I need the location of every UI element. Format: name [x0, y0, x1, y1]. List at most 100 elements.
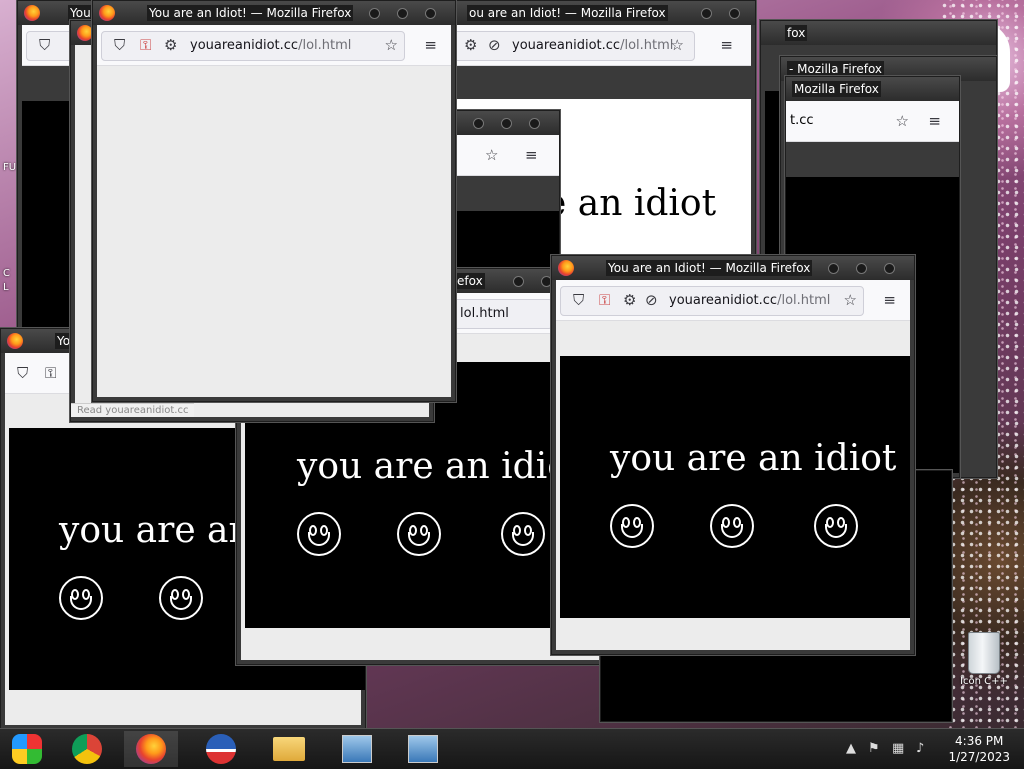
- minimize-button[interactable]: [828, 263, 839, 274]
- address-bar[interactable]: ⛉ ⚿ ⚙ ⊘ youareanidiot.cc/lol.html ☆: [560, 286, 864, 316]
- firefox-icon: [136, 734, 166, 764]
- recycle-bin[interactable]: Icon C++: [954, 632, 1014, 687]
- taskbar-app[interactable]: [194, 731, 248, 767]
- url-text: t.cc: [790, 113, 814, 128]
- hamburger-menu-icon[interactable]: ≡: [883, 292, 896, 308]
- desktop-label: L: [3, 282, 9, 293]
- network-app-icon: [408, 735, 438, 763]
- taskbar-firefox[interactable]: [124, 731, 178, 767]
- hamburger-menu-icon[interactable]: ≡: [424, 37, 437, 53]
- idiot-popup-box: you are an idiot: [560, 356, 910, 618]
- firefox-icon: [7, 333, 23, 349]
- window-title: You are an Idiot! — Mozilla Firefox: [147, 5, 354, 21]
- network-icon[interactable]: ▦: [892, 741, 904, 756]
- window-titlebar[interactable]: You are an Idiot! — Mozilla Firefox: [93, 1, 455, 25]
- firefox-icon: [24, 5, 40, 21]
- window-titlebar[interactable]: You are an Idiot! — Mozilla Firefox: [552, 256, 914, 280]
- idiot-text: you are an idiot: [297, 446, 584, 487]
- clock-date: 1/27/2023: [948, 750, 1010, 764]
- app-logo-icon: [206, 734, 236, 764]
- recycle-bin-label: Icon C++: [960, 676, 1008, 687]
- browser-toolbar: ☆ ≡: [441, 135, 559, 176]
- maximize-button[interactable]: [397, 8, 408, 19]
- window-titlebar[interactable]: Mozilla Firefox: [786, 77, 959, 101]
- close-button[interactable]: [425, 8, 436, 19]
- smiley-icon: [159, 576, 203, 620]
- firefox-icon: [77, 25, 93, 41]
- idiot-text: you are an: [59, 510, 252, 551]
- bookmark-star-icon[interactable]: ☆: [896, 113, 909, 129]
- bookmark-star-icon[interactable]: ☆: [485, 147, 498, 163]
- browser-toolbar: ⚙ ⊘ youareanidiot.cc/lol.html ☆ ≡: [445, 25, 751, 66]
- taskbar-network[interactable]: [330, 731, 384, 767]
- folder-icon: [273, 737, 305, 761]
- window-title: - Mozilla Firefox: [787, 61, 885, 77]
- firefox-window-front[interactable]: You are an Idiot! — Mozilla Firefox ⛉ ⚿ …: [551, 255, 915, 655]
- hamburger-menu-icon[interactable]: ≡: [720, 37, 733, 53]
- taskbar-clock[interactable]: 4:36 PM 1/27/2023: [948, 733, 1010, 765]
- clock-time: 4:36 PM: [955, 734, 1004, 748]
- smiley-icon: [501, 512, 545, 556]
- window-title: You are an Idiot! — Mozilla Firefox: [606, 260, 813, 276]
- smiley-icon: [297, 512, 341, 556]
- maximize-button[interactable]: [501, 118, 512, 129]
- window-titlebar[interactable]: fox: [761, 21, 996, 45]
- hamburger-menu-icon[interactable]: ≡: [525, 147, 538, 163]
- smiley-icon: [710, 504, 754, 548]
- url-text: lol.html: [460, 306, 509, 321]
- page-content: you are an idiot: [556, 321, 910, 650]
- page-content: [441, 211, 559, 267]
- windows-start-icon: [12, 734, 42, 764]
- browser-toolbar: ⛉ ⚿ ⚙ ⊘ youareanidiot.cc/lol.html ☆ ≡: [556, 280, 910, 321]
- window-titlebar[interactable]: ou are an Idiot! — Mozilla Firefox: [441, 1, 755, 25]
- permissions-icon[interactable]: ⚿: [599, 292, 610, 308]
- site-info-icon[interactable]: ⚙: [164, 37, 177, 53]
- bookmark-star-icon[interactable]: ☆: [844, 292, 857, 308]
- shield-icon[interactable]: ⛉: [17, 365, 28, 381]
- taskbar: ▲ ⚑ ▦ ♪ 4:36 PM 1/27/2023: [0, 728, 1024, 769]
- status-tooltip: Read youareanidiot.cc: [71, 403, 195, 417]
- maximize-button[interactable]: [856, 263, 867, 274]
- recycle-bin-icon: [968, 632, 1000, 674]
- page-content: [97, 66, 451, 397]
- close-button[interactable]: [529, 118, 540, 129]
- firefox-window[interactable]: ☆ ≡: [440, 110, 560, 272]
- volume-icon[interactable]: ♪: [916, 741, 924, 756]
- minimize-button[interactable]: [473, 118, 484, 129]
- window-title: fox: [785, 25, 808, 41]
- hamburger-menu-icon[interactable]: ≡: [928, 113, 941, 129]
- tracking-icon[interactable]: ⊘: [488, 37, 501, 53]
- firefox-icon: [558, 260, 574, 276]
- minimize-button[interactable]: [513, 276, 524, 287]
- url-text: youareanidiot.cc/lol.html: [669, 293, 831, 308]
- tracking-icon[interactable]: ⊘: [645, 292, 658, 308]
- taskbar-chrome[interactable]: [60, 731, 114, 767]
- smiley-icon: [814, 504, 858, 548]
- action-center-flag-icon[interactable]: ⚑: [868, 741, 880, 756]
- minimize-button[interactable]: [701, 8, 712, 19]
- bookmark-star-icon[interactable]: ☆: [385, 37, 398, 53]
- start-button[interactable]: [0, 731, 54, 767]
- bookmark-star-icon[interactable]: ☆: [671, 37, 684, 53]
- address-bar[interactable]: ⛉ ⚿ ⚙ youareanidiot.cc/lol.html ☆: [101, 31, 405, 61]
- minimize-button[interactable]: [369, 8, 380, 19]
- shield-icon[interactable]: ⛉: [39, 37, 50, 53]
- shield-icon[interactable]: ⛉: [573, 292, 584, 308]
- permissions-icon[interactable]: ⚿: [140, 37, 151, 53]
- site-info-icon[interactable]: ⚙: [623, 292, 636, 308]
- address-bar[interactable]: ⚙ ⊘ youareanidiot.cc/lol.html ☆: [449, 31, 695, 61]
- shield-icon[interactable]: ⛉: [114, 37, 125, 53]
- chrome-icon: [72, 734, 102, 764]
- window-titlebar[interactable]: [441, 111, 559, 135]
- window-title: You: [68, 5, 93, 21]
- close-button[interactable]: [884, 263, 895, 274]
- desktop-label: C: [3, 268, 10, 279]
- smiley-icon: [397, 512, 441, 556]
- permissions-icon[interactable]: ⚙: [464, 37, 477, 53]
- permissions-icon[interactable]: ⚿: [45, 365, 56, 381]
- taskbar-explorer[interactable]: [262, 731, 316, 767]
- show-hidden-icons[interactable]: ▲: [846, 741, 856, 756]
- firefox-window-empty[interactable]: You are an Idiot! — Mozilla Firefox ⛉ ⚿ …: [92, 0, 456, 402]
- close-button[interactable]: [729, 8, 740, 19]
- taskbar-network-2[interactable]: [396, 731, 450, 767]
